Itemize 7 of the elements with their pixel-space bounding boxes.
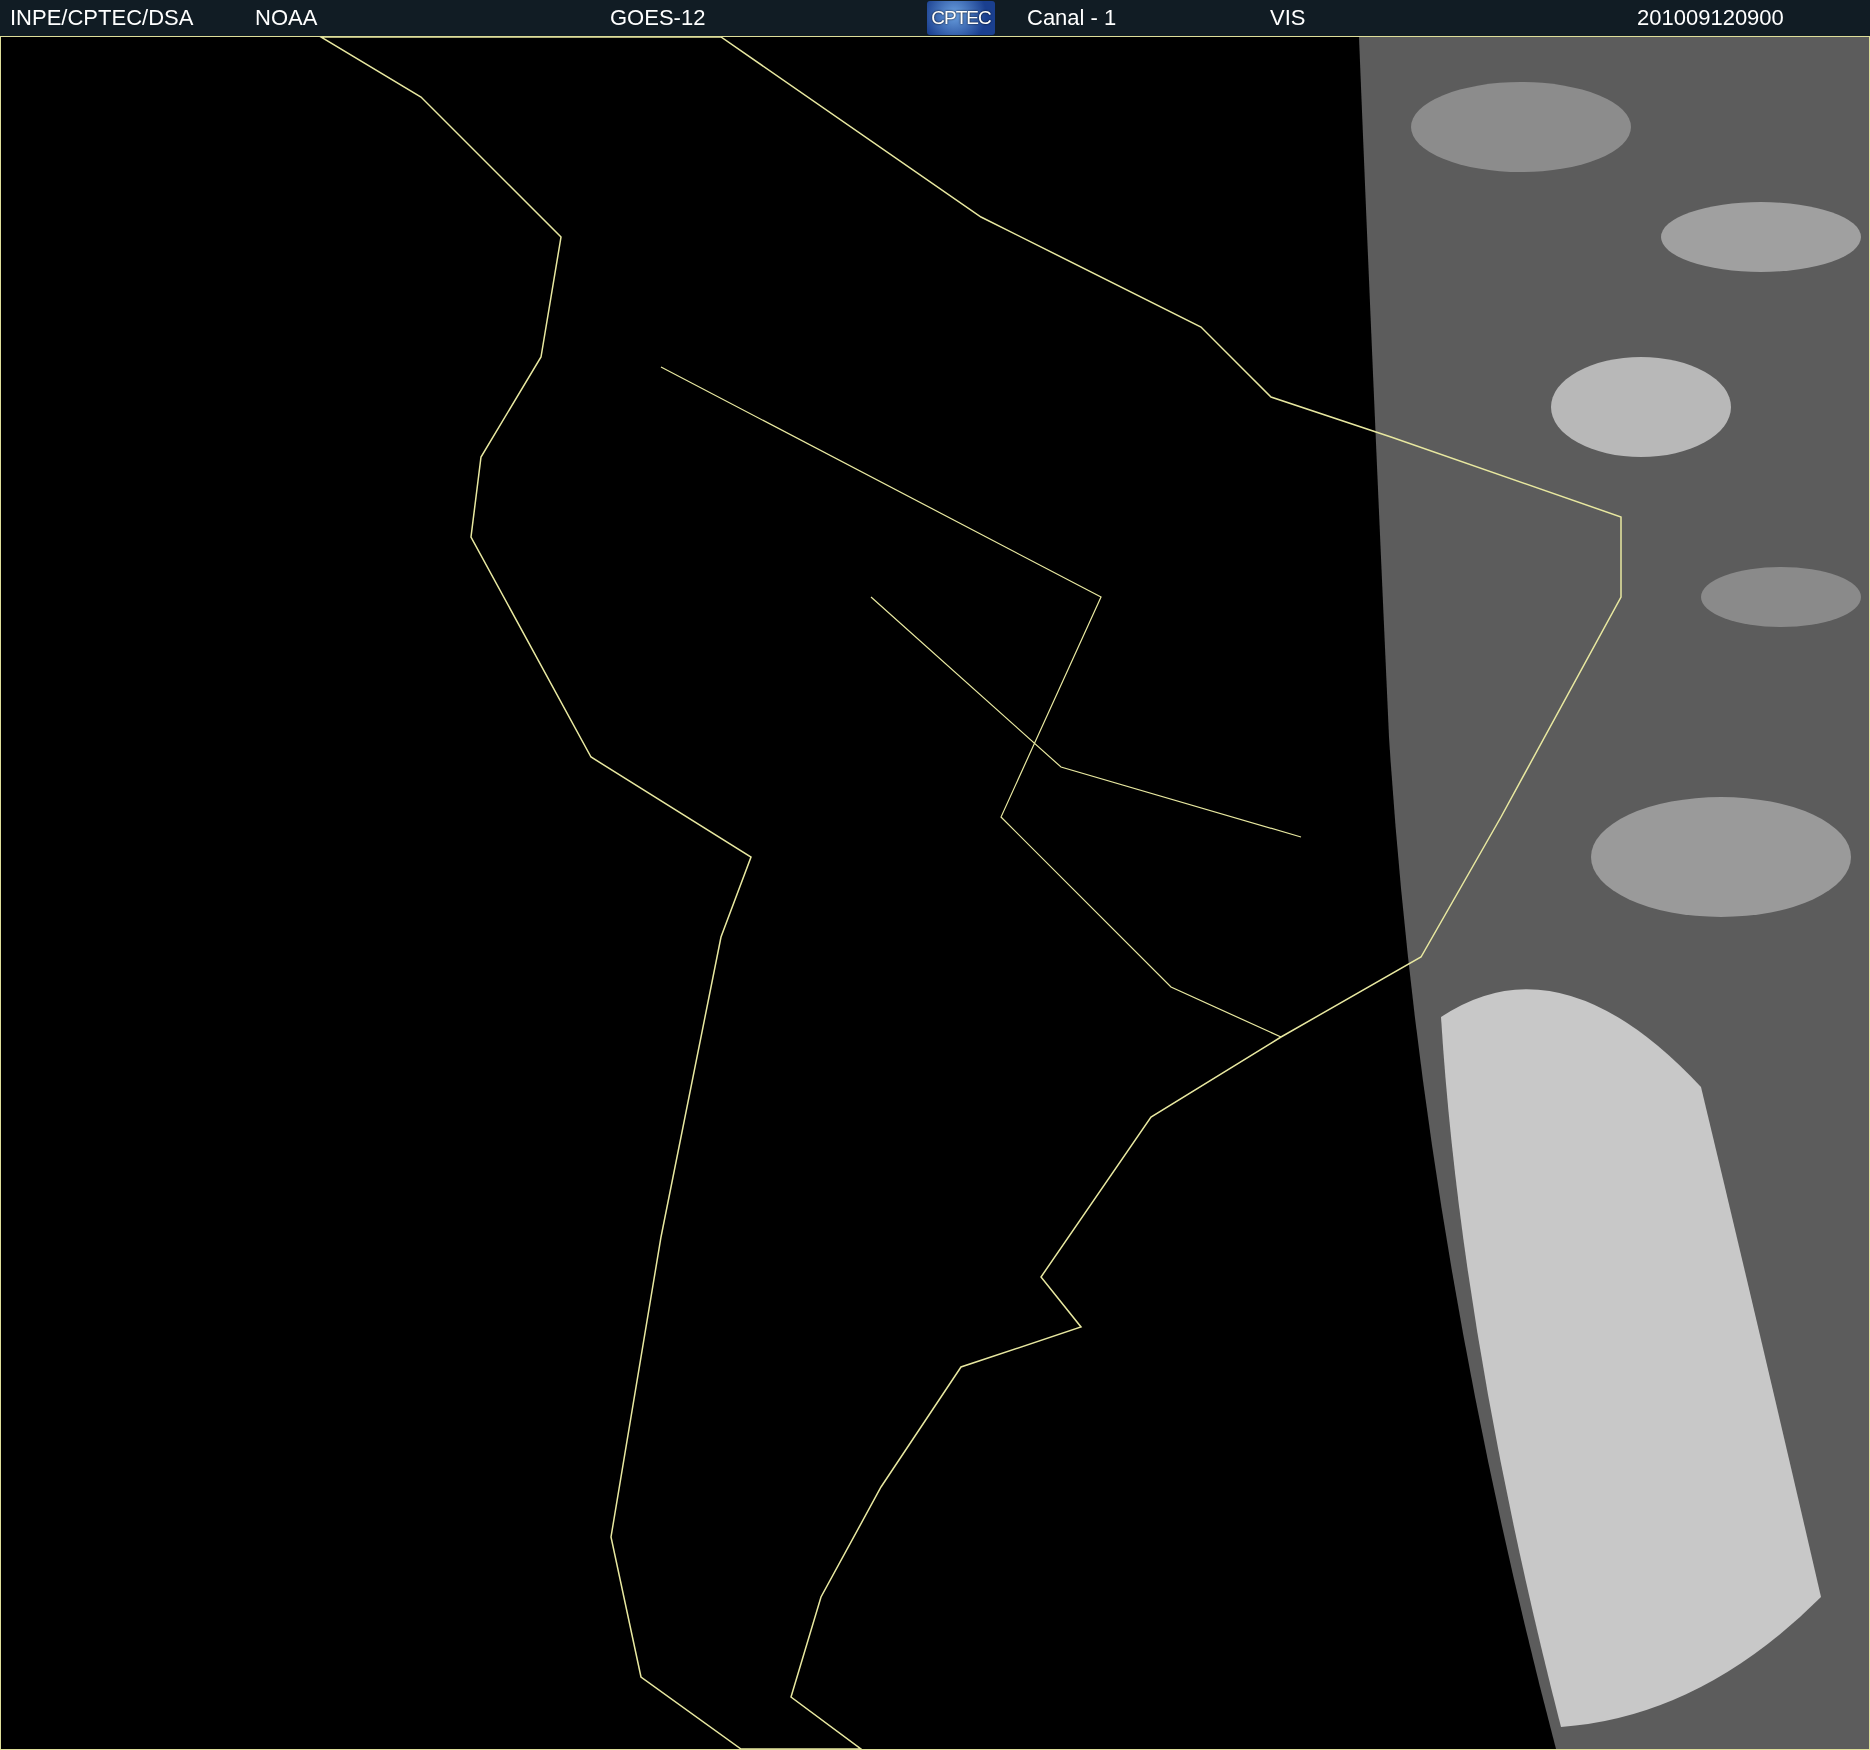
header-label: INPE/CPTEC/DSA (10, 5, 194, 31)
logo: CPTEC (927, 1, 995, 35)
header-label: GOES-12 (610, 5, 706, 31)
header-label: 201009120900 (1637, 5, 1784, 31)
header-label: NOAA (255, 5, 318, 31)
header-label: Canal - 1 (1027, 5, 1117, 31)
header-label: VIS (1270, 5, 1306, 31)
